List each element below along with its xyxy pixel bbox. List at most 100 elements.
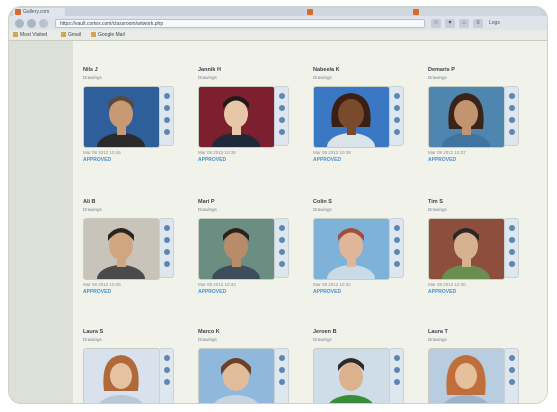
- download-icon[interactable]: [394, 105, 400, 111]
- student-name[interactable]: Demaris P: [428, 67, 455, 73]
- status-badge: APPROVED: [313, 157, 342, 163]
- artwork-category: Drawings: [83, 337, 102, 342]
- play-icon[interactable]: [164, 225, 170, 231]
- play-icon[interactable]: [164, 93, 170, 99]
- play-icon[interactable]: [509, 93, 515, 99]
- portrait-thumbnail[interactable]: [83, 348, 160, 403]
- download-icon[interactable]: [509, 367, 515, 373]
- play-icon[interactable]: [394, 93, 400, 99]
- delete-icon[interactable]: [164, 129, 170, 135]
- edit-icon[interactable]: [279, 117, 285, 123]
- download-icon[interactable]: [279, 105, 285, 111]
- gallery-grid: Nils J Drawings Mar 08 2012 10:45 APPROV…: [73, 41, 547, 403]
- delete-icon[interactable]: [279, 129, 285, 135]
- download-icon[interactable]: [394, 367, 400, 373]
- student-name[interactable]: Marco K: [198, 329, 220, 335]
- portrait-thumbnail[interactable]: [83, 218, 160, 280]
- download-icon[interactable]: [279, 367, 285, 373]
- play-icon[interactable]: [279, 225, 285, 231]
- bookmark-item[interactable]: Google Mail: [91, 30, 125, 40]
- back-icon[interactable]: [15, 19, 24, 28]
- user-label[interactable]: Logs: [489, 19, 500, 28]
- download-icon[interactable]: [164, 105, 170, 111]
- status-badge: APPROVED: [428, 289, 457, 295]
- play-icon[interactable]: [394, 355, 400, 361]
- thumb-face: [454, 232, 478, 260]
- edit-icon[interactable]: [164, 249, 170, 255]
- card-tools: [274, 86, 289, 146]
- left-sidebar: [9, 41, 73, 403]
- download-icon[interactable]: [164, 367, 170, 373]
- star-icon[interactable]: ☆: [431, 19, 441, 28]
- edit-icon[interactable]: [394, 249, 400, 255]
- download-icon[interactable]: [164, 237, 170, 243]
- play-icon[interactable]: [509, 355, 515, 361]
- play-icon[interactable]: [164, 355, 170, 361]
- edit-icon[interactable]: [509, 379, 515, 385]
- status-badge: APPROVED: [313, 289, 342, 295]
- reload-icon[interactable]: [39, 19, 48, 28]
- delete-icon[interactable]: [509, 129, 515, 135]
- download-icon[interactable]: [394, 237, 400, 243]
- delete-icon[interactable]: [394, 129, 400, 135]
- tab-3[interactable]: [411, 8, 541, 16]
- delete-icon[interactable]: [394, 261, 400, 267]
- play-icon[interactable]: [509, 225, 515, 231]
- edit-icon[interactable]: [509, 249, 515, 255]
- artwork-category: Drawings: [83, 207, 102, 212]
- student-name[interactable]: Ali B: [83, 199, 96, 205]
- delete-icon[interactable]: [279, 261, 285, 267]
- portrait-thumbnail[interactable]: [428, 218, 505, 280]
- bookmark-item[interactable]: Gmail: [61, 30, 81, 40]
- portrait-thumbnail[interactable]: [428, 348, 505, 403]
- edit-icon[interactable]: [509, 117, 515, 123]
- status-badge: APPROVED: [198, 289, 227, 295]
- edit-icon[interactable]: [164, 379, 170, 385]
- delete-icon[interactable]: [164, 261, 170, 267]
- tab-1[interactable]: Gallery.com: [13, 8, 65, 16]
- portrait-thumbnail[interactable]: [198, 348, 275, 403]
- download-icon[interactable]: [279, 237, 285, 243]
- thumb-face: [454, 100, 478, 128]
- download-icon[interactable]: [509, 237, 515, 243]
- home-icon[interactable]: ⌂: [459, 19, 469, 28]
- edit-icon[interactable]: [394, 117, 400, 123]
- play-icon[interactable]: [279, 355, 285, 361]
- portrait-thumbnail[interactable]: [313, 348, 390, 403]
- thumb-face: [109, 100, 133, 128]
- address-bar[interactable]: https://vault.cortex.com/classroom/artwo…: [55, 19, 425, 28]
- menu-icon[interactable]: ≡: [473, 19, 483, 28]
- student-name[interactable]: Laura T: [428, 329, 448, 335]
- submitted-date: Mar 08 2012 10:32: [313, 282, 351, 287]
- tab-2[interactable]: [305, 8, 415, 16]
- download-icon[interactable]: [509, 105, 515, 111]
- portrait-thumbnail[interactable]: [198, 218, 275, 280]
- delete-icon[interactable]: [509, 261, 515, 267]
- artwork-category: Drawings: [198, 337, 217, 342]
- submitted-date: Mar 08 2012 10:38: [313, 150, 351, 155]
- play-icon[interactable]: [279, 93, 285, 99]
- student-name[interactable]: Nabeela K: [313, 67, 340, 73]
- student-name[interactable]: Nils J: [83, 67, 98, 73]
- dropdown-icon[interactable]: ▾: [445, 19, 455, 28]
- card-tools: [274, 348, 289, 403]
- play-icon[interactable]: [394, 225, 400, 231]
- student-name[interactable]: Colin S: [313, 199, 332, 205]
- student-name[interactable]: Jeroen B: [313, 329, 337, 335]
- card-tools: [504, 86, 519, 146]
- bookmark-item[interactable]: Most Visited: [13, 30, 47, 40]
- portrait-thumbnail[interactable]: [313, 218, 390, 280]
- student-name[interactable]: Mari P: [198, 199, 215, 205]
- edit-icon[interactable]: [279, 379, 285, 385]
- edit-icon[interactable]: [164, 117, 170, 123]
- forward-icon[interactable]: [27, 19, 36, 28]
- student-name[interactable]: Laura S: [83, 329, 103, 335]
- portrait-thumbnail[interactable]: [198, 86, 275, 148]
- portrait-thumbnail[interactable]: [83, 86, 160, 148]
- student-name[interactable]: Tim S: [428, 199, 443, 205]
- edit-icon[interactable]: [279, 249, 285, 255]
- edit-icon[interactable]: [394, 379, 400, 385]
- student-name[interactable]: Jannik H: [198, 67, 221, 73]
- portrait-thumbnail[interactable]: [428, 86, 505, 148]
- portrait-thumbnail[interactable]: [313, 86, 390, 148]
